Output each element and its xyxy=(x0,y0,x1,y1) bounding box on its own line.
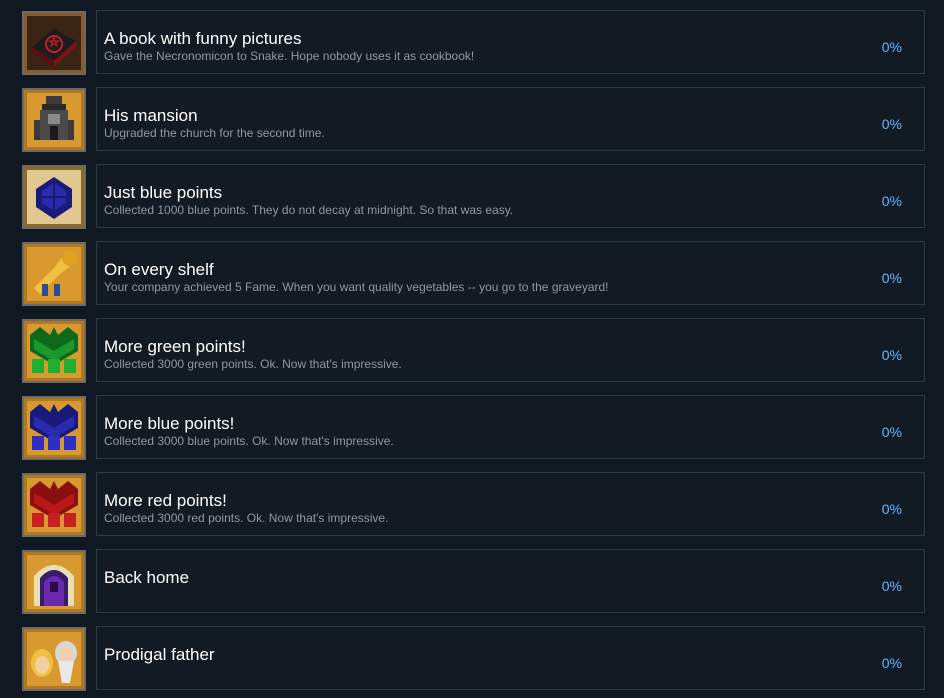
portal-door-icon xyxy=(22,550,86,614)
unlock-percent: 0% xyxy=(881,578,902,594)
achievement-description: Collected 3000 green points. Ok. Now tha… xyxy=(104,357,402,371)
achievement-title: A book with funny pictures xyxy=(104,29,302,48)
church-mansion-icon xyxy=(22,88,86,152)
achievement-panel: Prodigal father 0% xyxy=(96,626,925,690)
achievement-row: On every shelf Your company achieved 5 F… xyxy=(0,241,944,318)
achievement-description: Collected 3000 blue points. Ok. Now that… xyxy=(104,434,394,448)
unlock-percent: 0% xyxy=(881,655,902,671)
achievement-row: More red points! Collected 3000 red poin… xyxy=(0,472,944,549)
father-portrait-icon xyxy=(22,627,86,691)
blue-points-icon xyxy=(22,165,86,229)
unlock-percent: 0% xyxy=(881,501,902,517)
achievement-panel: More green points! Collected 3000 green … xyxy=(96,318,925,382)
unlock-percent: 0% xyxy=(881,193,902,209)
achievement-list: A book with funny pictures Gave the Necr… xyxy=(0,0,944,698)
necronomicon-book-icon xyxy=(22,11,86,75)
achievement-description: Collected 3000 red points. Ok. Now that'… xyxy=(104,511,389,525)
unlock-percent: 0% xyxy=(881,116,902,132)
achievement-row: His mansion Upgraded the church for the … xyxy=(0,87,944,164)
achievement-title: His mansion xyxy=(104,106,198,125)
achievement-description: Collected 1000 blue points. They do not … xyxy=(104,203,514,217)
achievement-panel: Back home 0% xyxy=(96,549,925,613)
achievement-row: More green points! Collected 3000 green … xyxy=(0,318,944,395)
unlock-percent: 0% xyxy=(881,424,902,440)
achievement-row: Prodigal father 0% xyxy=(0,626,944,698)
achievement-row: Just blue points Collected 1000 blue poi… xyxy=(0,164,944,241)
achievement-panel: A book with funny pictures Gave the Necr… xyxy=(96,10,925,74)
achievement-row: A book with funny pictures Gave the Necr… xyxy=(0,10,944,87)
unlock-percent: 0% xyxy=(881,39,902,55)
achievement-panel: More blue points! Collected 3000 blue po… xyxy=(96,395,925,459)
achievement-row: More blue points! Collected 3000 blue po… xyxy=(0,395,944,472)
unlock-percent: 0% xyxy=(881,270,902,286)
achievement-description: Upgraded the church for the second time. xyxy=(104,126,325,140)
achievement-panel: More red points! Collected 3000 red poin… xyxy=(96,472,925,536)
achievement-description: Gave the Necronomicon to Snake. Hope nob… xyxy=(104,49,475,63)
achievement-panel: His mansion Upgraded the church for the … xyxy=(96,87,925,151)
red-points-icon xyxy=(22,473,86,537)
achievement-panel: On every shelf Your company achieved 5 F… xyxy=(96,241,925,305)
achievement-title: On every shelf xyxy=(104,260,214,279)
blue-points-many-icon xyxy=(22,396,86,460)
achievement-title: Just blue points xyxy=(104,183,223,202)
achievement-row: Back home 0% xyxy=(0,549,944,626)
achievement-title: More green points! xyxy=(104,337,246,356)
unlock-percent: 0% xyxy=(881,347,902,363)
achievement-title: Back home xyxy=(104,568,190,587)
achievement-title: More red points! xyxy=(104,491,227,510)
achievement-title: Prodigal father xyxy=(104,645,215,664)
achievement-panel: Just blue points Collected 1000 blue poi… xyxy=(96,164,925,228)
fame-trumpet-icon xyxy=(22,242,86,306)
achievement-title: More blue points! xyxy=(104,414,235,433)
achievement-description: Your company achieved 5 Fame. When you w… xyxy=(104,280,609,294)
green-points-icon xyxy=(22,319,86,383)
